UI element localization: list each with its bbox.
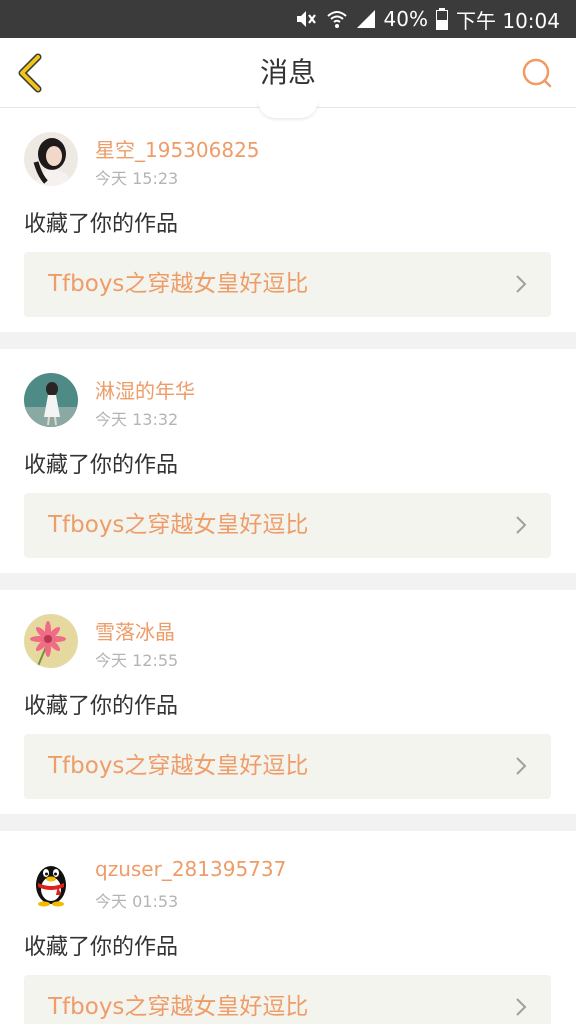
message-card: 淋湿的年华 今天 13:32 收藏了你的作品 Tfboys之穿越女皇好逗比 bbox=[0, 349, 576, 573]
action-text: 收藏了你的作品 bbox=[24, 935, 179, 960]
message-card: qzuser_281395737 今天 01:53 收藏了你的作品 Tfboys… bbox=[0, 831, 576, 1024]
battery-percent: 40% bbox=[383, 7, 428, 31]
action-text: 收藏了你的作品 bbox=[24, 453, 179, 478]
chevron-right-icon bbox=[516, 275, 527, 293]
username[interactable]: 星空_195306825 bbox=[95, 134, 260, 163]
action-text: 收藏了你的作品 bbox=[24, 212, 179, 237]
nav-bar: 消息 bbox=[0, 38, 576, 108]
username[interactable]: 淋湿的年华 bbox=[95, 375, 195, 404]
mute-icon bbox=[294, 8, 318, 30]
status-bar: 40% 下午 10:04 bbox=[0, 0, 576, 38]
avatar[interactable] bbox=[24, 614, 78, 668]
action-text: 收藏了你的作品 bbox=[24, 694, 179, 719]
wifi-icon bbox=[326, 8, 348, 30]
chevron-right-icon bbox=[516, 998, 527, 1016]
avatar[interactable] bbox=[24, 132, 78, 186]
work-link[interactable]: Tfboys之穿越女皇好逗比 bbox=[24, 734, 551, 799]
work-title: Tfboys之穿越女皇好逗比 bbox=[48, 271, 309, 297]
timestamp: 今天 13:32 bbox=[95, 410, 179, 429]
girl-portrait-avatar bbox=[24, 132, 78, 186]
work-link[interactable]: Tfboys之穿越女皇好逗比 bbox=[24, 975, 551, 1024]
username[interactable]: 雪落冰晶 bbox=[95, 616, 175, 645]
avatar[interactable] bbox=[24, 855, 78, 909]
girl-blue-background-avatar bbox=[24, 373, 78, 427]
search-icon bbox=[522, 58, 552, 88]
page-title: 消息 bbox=[259, 56, 316, 89]
timestamp: 今天 15:23 bbox=[95, 169, 179, 188]
work-link[interactable]: Tfboys之穿越女皇好逗比 bbox=[24, 252, 551, 317]
work-title: Tfboys之穿越女皇好逗比 bbox=[48, 994, 309, 1020]
work-title: Tfboys之穿越女皇好逗比 bbox=[48, 512, 309, 538]
battery-icon bbox=[436, 8, 448, 30]
chevron-right-icon bbox=[516, 516, 527, 534]
search-button[interactable] bbox=[520, 56, 554, 90]
pull-tab bbox=[258, 100, 318, 118]
message-card: 雪落冰晶 今天 12:55 收藏了你的作品 Tfboys之穿越女皇好逗比 bbox=[0, 590, 576, 814]
work-title: Tfboys之穿越女皇好逗比 bbox=[48, 753, 309, 779]
message-list[interactable]: 星空_195306825 今天 15:23 收藏了你的作品 Tfboys之穿越女… bbox=[0, 108, 576, 1024]
chevron-right-icon bbox=[516, 757, 527, 775]
pink-flower-avatar bbox=[24, 614, 78, 668]
clock: 下午 10:04 bbox=[456, 8, 560, 33]
avatar[interactable] bbox=[24, 373, 78, 427]
signal-icon bbox=[356, 9, 376, 29]
message-card: 星空_195306825 今天 15:23 收藏了你的作品 Tfboys之穿越女… bbox=[0, 108, 576, 332]
timestamp: 今天 12:55 bbox=[95, 651, 179, 670]
work-link[interactable]: Tfboys之穿越女皇好逗比 bbox=[24, 493, 551, 558]
qq-penguin-avatar bbox=[24, 855, 78, 909]
timestamp: 今天 01:53 bbox=[95, 892, 179, 911]
username[interactable]: qzuser_281395737 bbox=[95, 857, 286, 881]
